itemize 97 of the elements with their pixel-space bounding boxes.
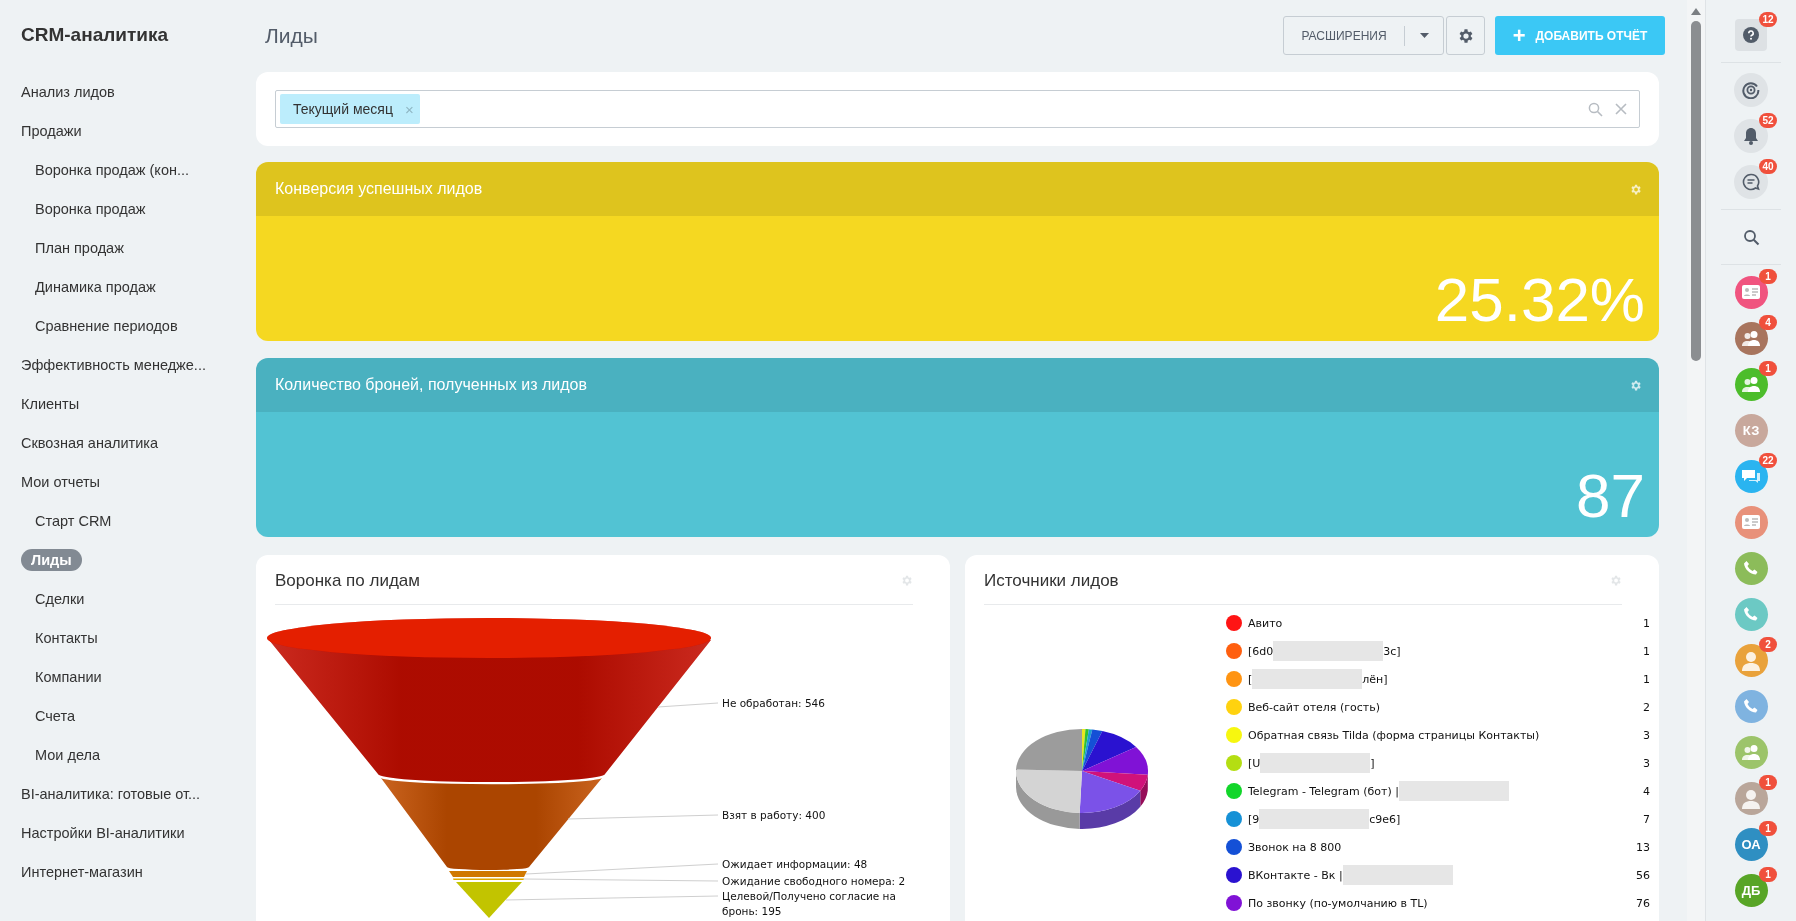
funnel-label: Не обработан: 546 (722, 697, 825, 709)
legend-count: 1 (1643, 672, 1650, 686)
legend-label: Обратная связь Tilda (форма страницы Контакты) (1248, 728, 1540, 742)
sidebar-item[interactable]: BI-аналитика: готовые от... (21, 785, 201, 802)
sidebar-item[interactable]: План продаж (35, 239, 124, 256)
chat-avatar[interactable] (1734, 689, 1768, 723)
legend-label: c9e6] (1369, 812, 1401, 826)
counter-badge: 1 (1759, 775, 1777, 790)
widget-value: 25.32% (1434, 264, 1645, 336)
extensions-button[interactable]: РАСШИРЕНИЯ (1283, 16, 1444, 55)
sidebar-item[interactable]: Сквозная аналитика (21, 434, 159, 451)
sidebar-item[interactable]: Динамика продаж (35, 278, 156, 295)
sidebar-item[interactable]: Лиды (21, 548, 82, 571)
legend-label: ВКонтакте - Вк | (1248, 868, 1343, 882)
chat-avatar[interactable] (1734, 597, 1768, 631)
counter-badge: 12 (1759, 12, 1777, 27)
caret-icon[interactable] (1420, 33, 1429, 38)
bell-icon (1743, 127, 1759, 145)
legend-label: [9 (1248, 812, 1260, 826)
chat-avatar[interactable] (1734, 367, 1768, 401)
legend-count: 3 (1643, 728, 1650, 742)
target-button[interactable] (1734, 73, 1768, 107)
sidebar-item[interactable]: Воронка продаж (кон... (35, 161, 190, 178)
legend-count: 1 (1643, 616, 1650, 630)
sidebar-item[interactable]: Воронка продаж (35, 200, 146, 217)
sidebar-item[interactable]: Старт CRM (35, 512, 112, 529)
sidebar-item[interactable]: Клиенты (21, 395, 80, 412)
legend-label: Звонок на 8 800 (1248, 840, 1342, 854)
sidebar-item[interactable]: Сделки (35, 590, 85, 607)
widget-title: Конверсия успешных лидов (275, 180, 483, 198)
legend-count: 4 (1643, 784, 1650, 798)
chat-avatar[interactable] (1734, 735, 1768, 769)
gear-icon[interactable] (1629, 378, 1642, 392)
legend-label: ] (1370, 756, 1375, 770)
legend-count: 3 (1643, 756, 1650, 770)
chat-avatar[interactable] (1734, 505, 1768, 539)
close-icon[interactable] (1615, 103, 1627, 115)
sidebar-item[interactable]: Интернет-магазин (21, 863, 143, 880)
target-icon (1742, 81, 1760, 99)
counter-badge: 1 (1759, 867, 1777, 882)
legend-label: По звонку (по-умолчанию в TL) (1248, 896, 1428, 910)
scrollbar-thumb[interactable] (1691, 21, 1701, 361)
legend-label: [ (1248, 672, 1253, 686)
counter-badge: 4 (1759, 315, 1777, 330)
help-icon (1743, 27, 1759, 43)
counter-badge: 2 (1759, 637, 1777, 652)
funnel-label: Ожидает информации: 48 (722, 858, 868, 870)
legend-label: лён] (1362, 672, 1388, 686)
counter-badge: 1 (1759, 821, 1777, 836)
chat-avatar[interactable] (1734, 275, 1768, 309)
funnel-label: бронь: 195 (722, 905, 782, 917)
legend-label: 3c] (1383, 644, 1401, 658)
page-title: Лиды (265, 24, 318, 48)
widget-title: Количество броней, полученных из лидов (275, 376, 587, 394)
chat-icon (1742, 173, 1760, 191)
leader-line (657, 702, 719, 708)
counter-badge: 1 (1759, 361, 1777, 376)
card-title: Воронка по лидам (275, 570, 420, 591)
sidebar-item[interactable]: Мои отчеты (21, 473, 101, 490)
legend-label: Веб-сайт отеля (гость) (1248, 700, 1380, 714)
legend-count: 13 (1636, 840, 1650, 854)
counter-badge: 1 (1759, 269, 1777, 284)
sidebar-item[interactable]: Продажи (21, 122, 82, 139)
legend-label: Авито (1248, 616, 1283, 630)
counter-badge: 22 (1759, 453, 1777, 468)
legend-label: Telegram - Telegram (бот) | (1248, 784, 1399, 798)
search-icon[interactable] (1588, 101, 1603, 117)
sidebar-item[interactable]: Сравнение периодов (35, 317, 178, 334)
funnel-label: Взят в работу: 400 (722, 809, 826, 821)
sidebar-item[interactable]: Компании (35, 668, 102, 685)
legend-count: 7 (1643, 812, 1650, 826)
funnel-label: Ожидание свободного номера: 2 (722, 875, 906, 887)
card-title: Источники лидов (984, 570, 1119, 591)
settings-button[interactable] (1446, 16, 1485, 55)
widget-value: 87 (1576, 460, 1645, 532)
counter-badge: 40 (1759, 159, 1777, 174)
sidebar-title: CRM-аналитика (20, 23, 170, 47)
sidebar-item[interactable]: Контакты (35, 629, 98, 646)
search-icon (1742, 228, 1760, 246)
filter-tag[interactable]: Текущий месяц × (280, 94, 420, 124)
legend-label: [6d0 (1248, 644, 1274, 658)
sidebar-item[interactable]: Мои дела (35, 746, 100, 763)
chat-avatar[interactable] (1734, 781, 1768, 815)
legend-count: 1 (1643, 644, 1650, 658)
sidebar-item[interactable]: Анализ лидов (21, 83, 115, 100)
scroll-up-icon[interactable] (1691, 8, 1701, 15)
legend-label: [U (1248, 756, 1261, 770)
sidebar-item[interactable]: Счета (35, 707, 75, 724)
funnel-label: Целевой/Получено согласие на (722, 890, 896, 902)
counter-badge: 52 (1759, 113, 1777, 128)
sidebar-item[interactable]: Настройки BI-аналитики (21, 824, 185, 841)
legend-count: 2 (1643, 700, 1650, 714)
chat-avatar[interactable] (1734, 551, 1768, 585)
filter-field[interactable]: Текущий месяц × (275, 90, 1640, 128)
legend-count: 76 (1636, 896, 1650, 910)
sidebar-item[interactable]: Эффективность менедже... (21, 356, 206, 373)
legend-count: 56 (1636, 868, 1650, 882)
